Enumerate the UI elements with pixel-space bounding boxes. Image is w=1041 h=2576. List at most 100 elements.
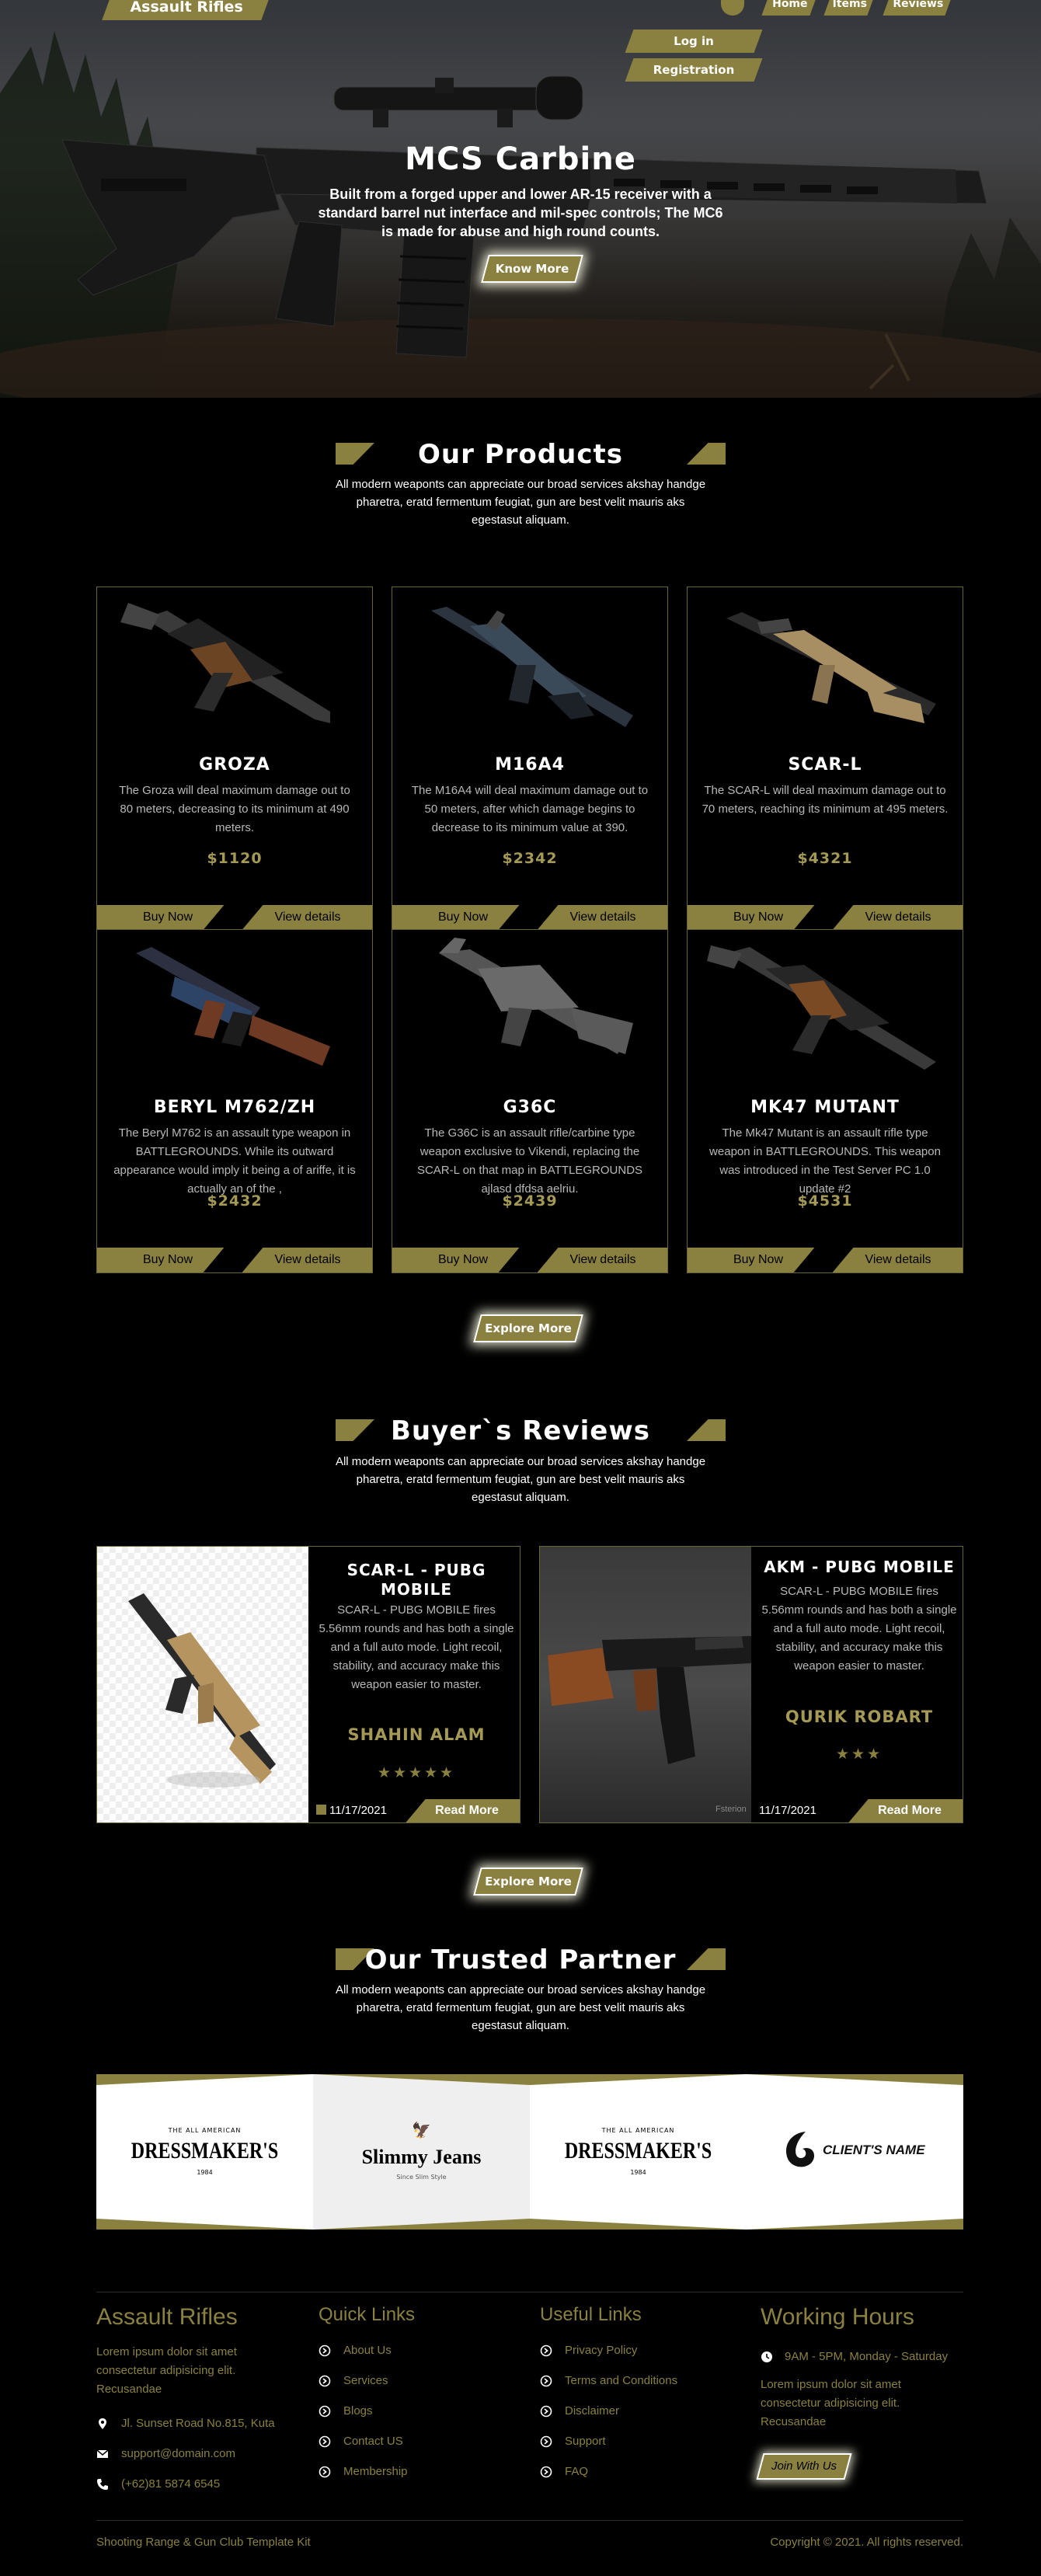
explore-more-label: Explore More <box>485 1321 572 1335</box>
partner-logo-slimmy-jeans[interactable]: 🦅 Slimmy Jeans Since Slim Style <box>313 2074 530 2230</box>
link-bullet-icon <box>319 2405 331 2418</box>
review-title: AKM - PUBG MOBILE <box>764 1558 955 1576</box>
review-date: 11/17/2021 <box>759 1799 816 1822</box>
partner-logo-dressmakers[interactable]: THE ALL AMERICAN DRESSMAKER'S 1984 <box>96 2074 313 2230</box>
site-logo[interactable]: Assault Rifles <box>102 0 270 20</box>
review-date-text: 11/17/2021 <box>759 1804 816 1817</box>
link-bullet-icon <box>319 2466 331 2478</box>
registration-label: Registration <box>653 63 735 77</box>
read-more-button[interactable]: Read More <box>421 1799 513 1822</box>
login-button[interactable]: Log in <box>625 30 763 53</box>
product-actions: Buy Now View details <box>688 1248 963 1272</box>
footer-email[interactable]: support@domain.com <box>121 2446 235 2462</box>
useful-link-3[interactable]: Support <box>565 2434 606 2449</box>
product-description: The SCAR-L will deal maximum damage out … <box>702 784 949 816</box>
useful-link-1[interactable]: Terms and Conditions <box>565 2373 677 2389</box>
buy-now-button[interactable]: Buy Now <box>688 1248 829 1272</box>
product-name: G36C <box>503 1098 557 1117</box>
useful-links-title: Useful Links <box>540 2304 642 2325</box>
product-actions: Buy Now View details <box>688 905 963 930</box>
product-card-groza: GROZA The Groza will deal maximum damage… <box>96 587 373 931</box>
buy-now-button[interactable]: Buy Now <box>97 905 238 930</box>
mk47-image <box>707 945 936 1070</box>
explore-more-label: Explore More <box>485 1875 572 1888</box>
product-card-m16a4: M16A4 The M16A4 will deal maximum damage… <box>392 587 668 931</box>
useful-link-0[interactable]: Privacy Policy <box>565 2343 637 2358</box>
hero-text: Built from a forged upper and lower AR-1… <box>318 186 723 239</box>
useful-link-4[interactable]: FAQ <box>565 2464 588 2480</box>
review-scar-l-image <box>97 1547 308 1822</box>
product-price: $2439 <box>502 1192 558 1210</box>
client-logo-icon <box>786 2132 815 2167</box>
quick-link-0[interactable]: About Us <box>343 2343 392 2358</box>
working-hours-title: Working Hours <box>761 2304 914 2330</box>
product-card-mk47: MK47 MUTANT The Mk47 Mutant is an assaul… <box>687 929 963 1273</box>
quick-link-1[interactable]: Services <box>343 2373 388 2389</box>
footer-phone[interactable]: (+62)81 5874 6545 <box>121 2477 220 2492</box>
explore-more-products-button[interactable]: Explore More <box>473 1314 583 1342</box>
product-description: The Mk47 Mutant is an assault rifle type… <box>709 1126 941 1196</box>
review-stars: ★★★★★ <box>377 1764 456 1781</box>
logo-year: 1984 <box>197 2169 213 2176</box>
footer-brand: Assault Rifles <box>96 2304 238 2330</box>
product-price: $2432 <box>207 1192 263 1210</box>
buy-now-button[interactable]: Buy Now <box>97 1248 238 1272</box>
view-details-button[interactable]: View details <box>551 1248 655 1272</box>
partners-title: Our Trusted Partner <box>364 1944 677 1976</box>
eagle-icon: 🦅 <box>412 2121 431 2139</box>
review-akm-image <box>540 1547 751 1822</box>
read-more-button[interactable]: Read More <box>864 1799 956 1822</box>
product-description: The M16A4 will deal maximum damage out t… <box>411 784 649 834</box>
reviews-heading: Buyer`s Reviews <box>0 1416 1041 1446</box>
location-icon <box>99 2418 106 2429</box>
join-with-us-button[interactable]: Join With Us <box>756 2453 852 2480</box>
partner-logo-dressmakers-2[interactable]: THE ALL AMERICAN DRESSMAKER'S 1984 <box>530 2074 747 2230</box>
email-icon <box>96 2449 109 2458</box>
scar-l-image <box>726 612 936 723</box>
buy-now-button[interactable]: Buy Now <box>688 905 829 930</box>
link-bullet-icon <box>540 2435 552 2448</box>
nav-items[interactable]: Items <box>823 0 873 16</box>
partner-logo-clients-name[interactable]: CLIENT'S NAME <box>747 2074 963 2230</box>
product-card-beryl: BERYL M762/ZH The Beryl M762 is an assau… <box>96 929 373 1273</box>
product-name: MK47 MUTANT <box>750 1098 900 1117</box>
useful-link-2[interactable]: Disclaimer <box>565 2404 619 2419</box>
hero-title: MCS Carbine <box>405 141 636 177</box>
buy-now-button[interactable]: Buy Now <box>392 905 534 930</box>
products-title: Our Products <box>418 439 623 470</box>
nav-home[interactable]: Home <box>761 0 816 16</box>
quick-link-2[interactable]: Blogs <box>343 2404 373 2419</box>
product-price: $2342 <box>502 850 558 867</box>
product-card-g36c: G36C The G36C is an assault rifle/carbin… <box>392 929 668 1273</box>
view-details-button[interactable]: View details <box>846 1248 950 1272</box>
view-details-button[interactable]: View details <box>256 1248 360 1272</box>
logo-year: 1984 <box>630 2169 646 2176</box>
beryl-image <box>136 947 330 1066</box>
view-details-button[interactable]: View details <box>846 905 950 930</box>
view-details-button[interactable]: View details <box>551 905 655 930</box>
know-more-button[interactable]: Know More <box>481 255 583 283</box>
view-details-button[interactable]: View details <box>256 905 360 930</box>
logo-tagline: THE ALL AMERICAN <box>168 2127 242 2134</box>
registration-button[interactable]: Registration <box>625 58 763 82</box>
buy-now-button[interactable]: Buy Now <box>392 1248 534 1272</box>
product-price: $4321 <box>797 850 853 867</box>
product-name: SCAR-L <box>788 755 862 775</box>
logo-name: DRESSMAKER'S <box>131 2138 279 2163</box>
explore-more-reviews-button[interactable]: Explore More <box>473 1868 583 1895</box>
products-heading: Our Products <box>0 439 1041 470</box>
quick-link-4[interactable]: Membership <box>343 2464 408 2480</box>
product-name: BERYL M762/ZH <box>153 1098 316 1117</box>
review-author: SHAHIN ALAM <box>347 1725 486 1744</box>
footer-kit-text: Shooting Range & Gun Club Template Kit <box>96 2536 311 2549</box>
partner-logos-strip: THE ALL AMERICAN DRESSMAKER'S 1984 🦅 Sli… <box>96 2074 963 2230</box>
review-date: 11/17/2021 <box>316 1799 387 1822</box>
image-watermark: Fsterion <box>715 1805 747 1814</box>
review-card-scar-l: SCAR-L - PUBG MOBILE SCAR-L - PUBG MOBIL… <box>96 1546 520 1823</box>
quick-link-3[interactable]: Contact US <box>343 2434 403 2449</box>
login-label: Log in <box>674 34 714 48</box>
link-bullet-icon <box>319 2345 331 2357</box>
product-actions: Buy Now View details <box>392 1248 667 1272</box>
logo-name: CLIENT'S NAME <box>823 2143 925 2157</box>
nav-reviews[interactable]: Reviews <box>883 0 951 16</box>
